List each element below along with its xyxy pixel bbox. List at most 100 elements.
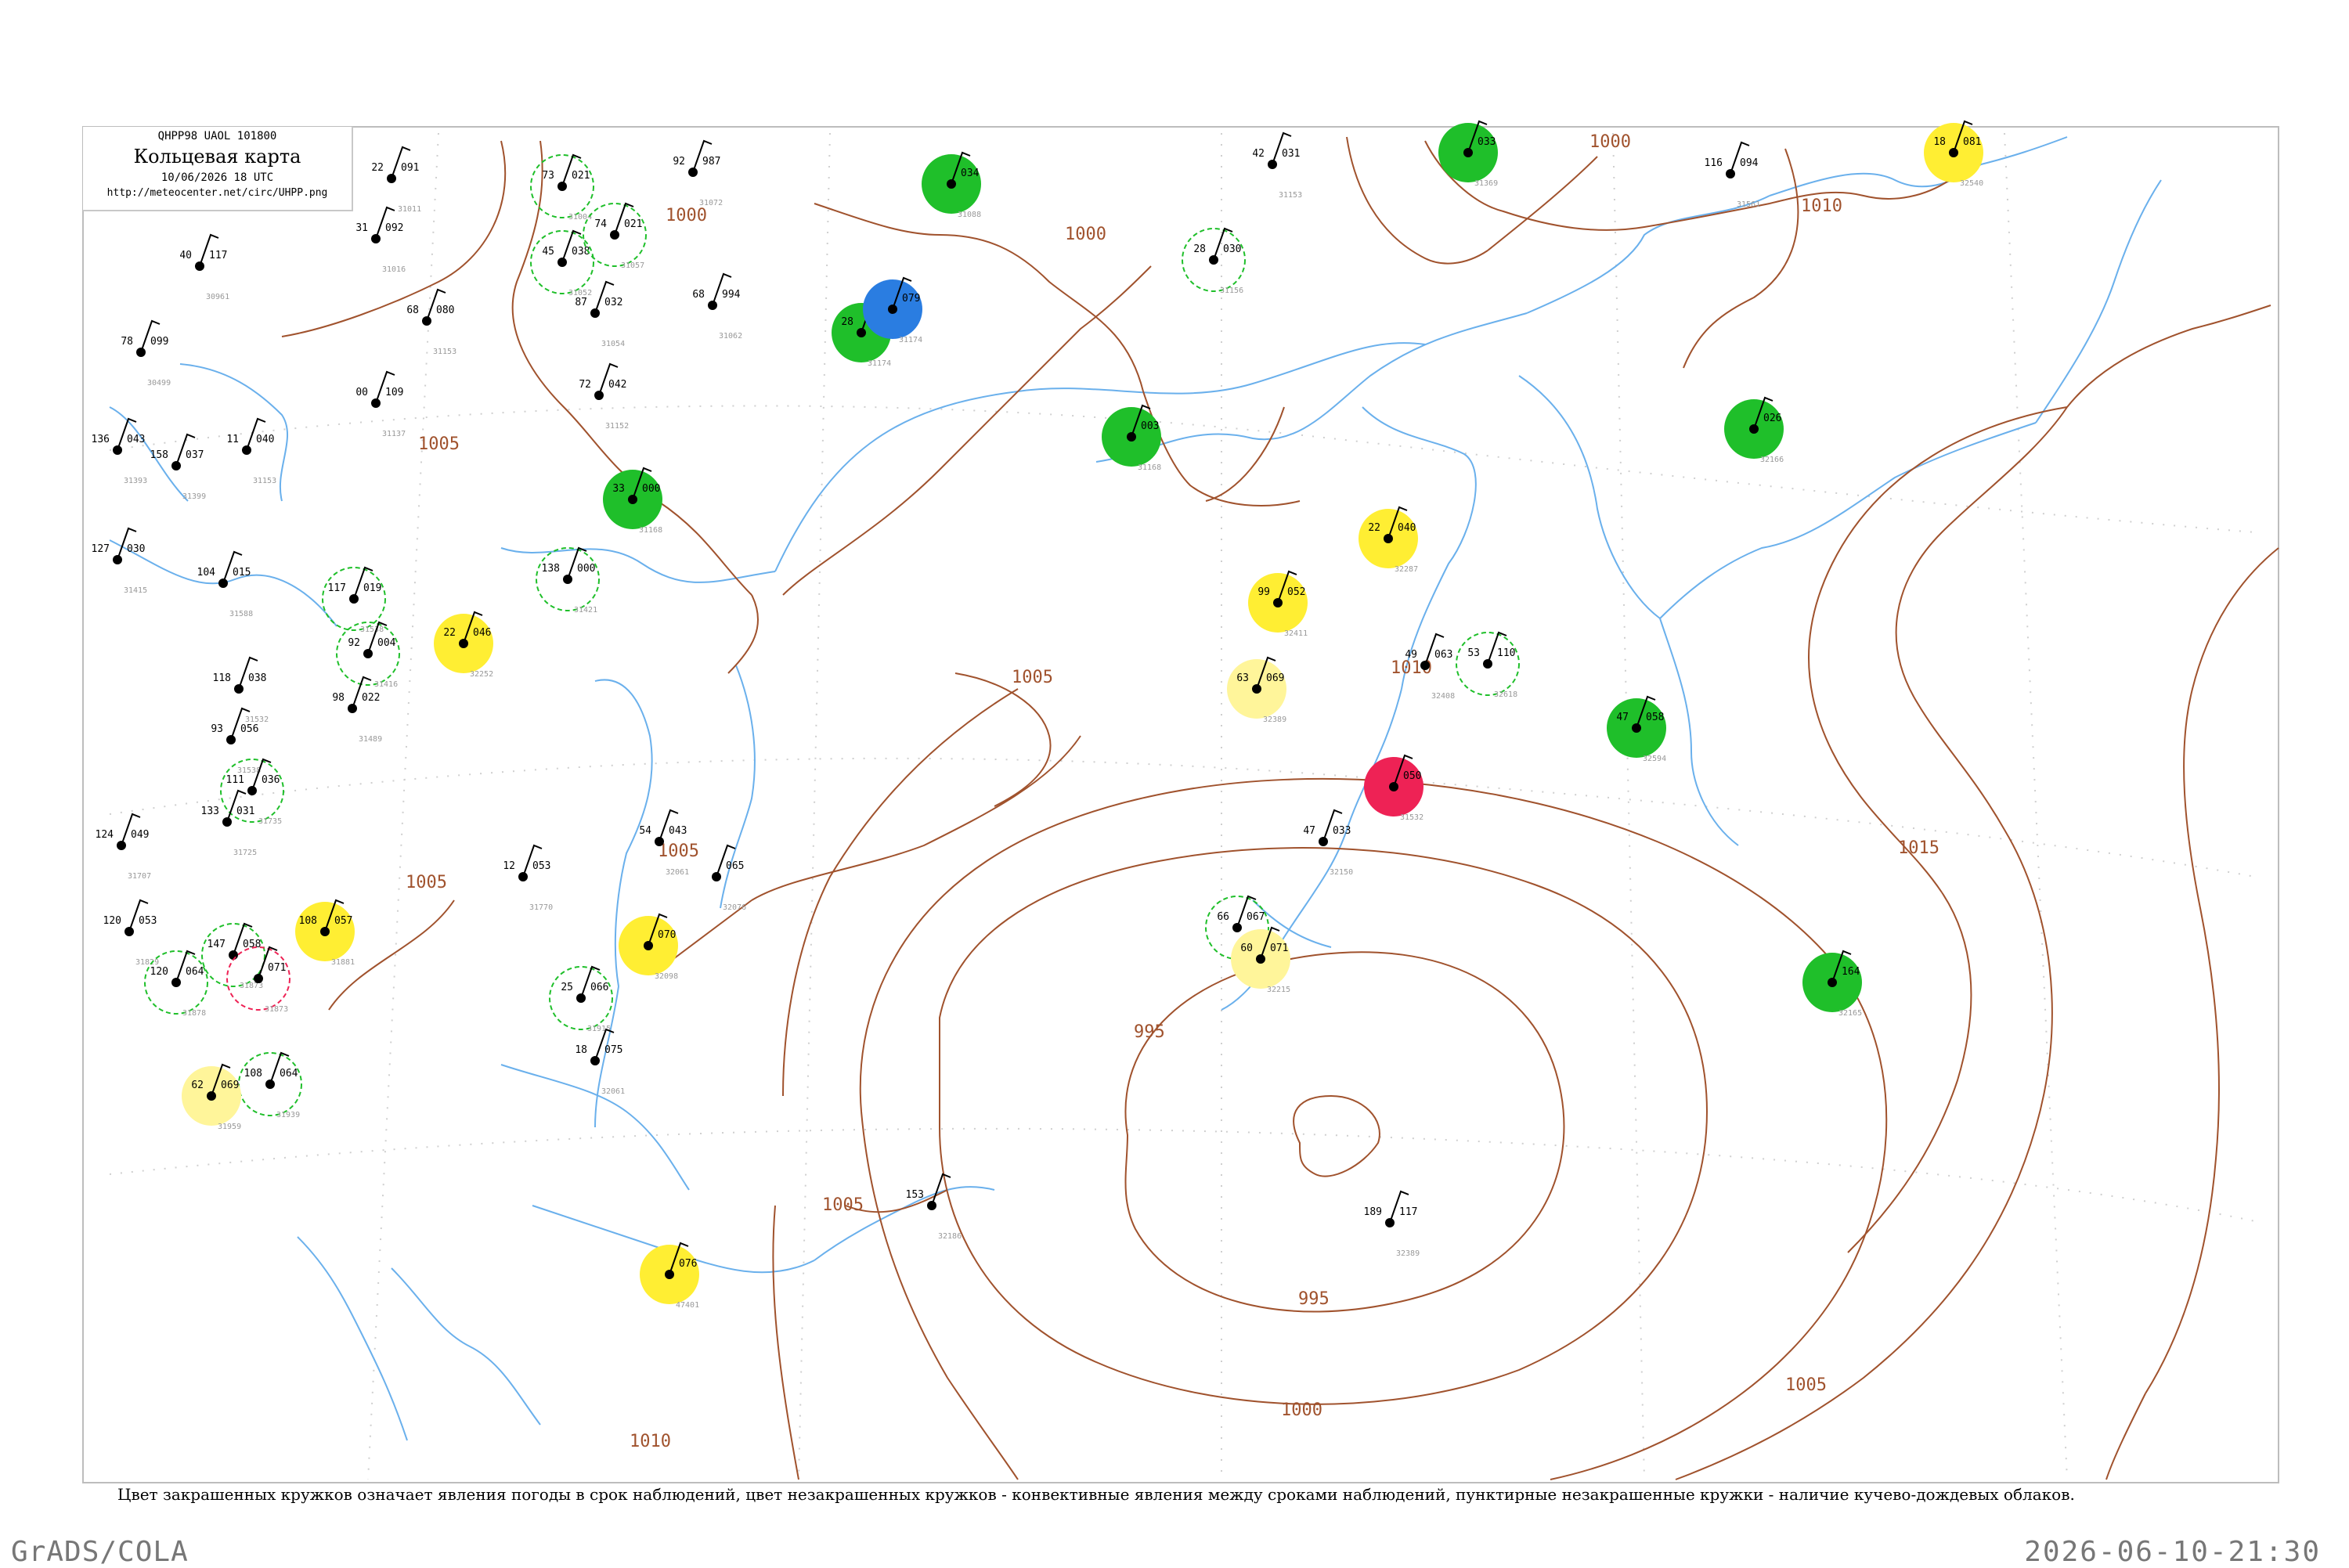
station-id: 32411: [1284, 629, 1308, 638]
station-pressure: 069: [221, 1080, 239, 1091]
station-temperature: 74: [594, 218, 607, 230]
datetime-stamp: 2026-06-10-21:30: [2024, 1536, 2321, 1568]
station-temperature: 28: [1193, 243, 1206, 255]
station-pressure: 058: [1646, 712, 1664, 723]
isobar-label: 1000: [666, 206, 707, 225]
station-id: 31532: [1400, 813, 1423, 822]
station-pressure: 043: [669, 825, 687, 837]
station-pressure: 040: [256, 434, 274, 445]
station-pressure: 032: [604, 297, 622, 308]
station-id: 31152: [605, 422, 629, 431]
station-temperature: 111: [226, 774, 244, 786]
station-id: 31873: [265, 1005, 288, 1014]
station-temperature: 78: [121, 336, 133, 348]
station-temperature: 62: [191, 1080, 204, 1091]
station-pressure: 063: [1434, 649, 1452, 661]
station-id: 32166: [1760, 456, 1784, 464]
station-temperature: 49: [1405, 649, 1417, 661]
station-pressure: 091: [401, 162, 419, 174]
station-temperature: 47: [1616, 712, 1629, 723]
station-id: 32540: [1960, 179, 1983, 188]
isobar-label: 1000: [1281, 1400, 1322, 1420]
station-temperature: 47: [1303, 825, 1315, 837]
station-id: 32252: [470, 670, 493, 679]
station-id: 31421: [574, 606, 597, 615]
isobar-label: 995: [1134, 1022, 1165, 1042]
station-id: 31072: [699, 199, 723, 207]
station-temperature: 22: [443, 627, 456, 639]
station-temperature: 138: [542, 563, 560, 575]
isobar-label: 1005: [1785, 1375, 1827, 1395]
station-pressure: 004: [377, 637, 396, 649]
station-id: 31399: [182, 492, 206, 501]
station-id: 31153: [253, 477, 276, 485]
station-pressure: 030: [127, 543, 145, 555]
station-pressure: 080: [436, 305, 454, 316]
station-temperature: 31: [355, 222, 368, 234]
station-temperature: 68: [692, 289, 705, 301]
station-pressure: 065: [726, 860, 744, 872]
station-temperature: 12: [503, 860, 515, 872]
station-id: 31011: [398, 205, 421, 214]
legend-caption: Цвет закрашенных кружков означает явлени…: [117, 1485, 2075, 1504]
station-id: 31174: [899, 336, 922, 344]
station-id: 32618: [1494, 690, 1517, 699]
station-pressure: 109: [385, 387, 403, 398]
station-pressure: 021: [624, 218, 642, 230]
station-pressure: 110: [1497, 647, 1515, 659]
station-id: 31054: [601, 340, 625, 348]
station-id: 32061: [601, 1087, 625, 1096]
station-pressure: 036: [262, 774, 280, 786]
station-pressure: 994: [722, 289, 741, 301]
station-id: 32594: [1643, 755, 1666, 763]
station-id: 31770: [529, 903, 553, 912]
station-pressure: 000: [577, 563, 595, 575]
station-id: 31415: [124, 586, 147, 595]
station-pressure: 099: [150, 336, 168, 348]
station-pressure: 069: [1266, 672, 1284, 684]
station-temperature: 153: [906, 1189, 924, 1201]
station-id: 31959: [218, 1123, 241, 1131]
station-pressure: 058: [243, 939, 261, 950]
station-id: 47401: [676, 1301, 699, 1310]
station-id: 31137: [382, 430, 406, 438]
station-id: 31156: [1220, 287, 1243, 295]
map-frame: [82, 126, 2279, 1483]
station-pressure: 076: [679, 1258, 697, 1270]
station-pressure: 038: [572, 246, 590, 258]
station-id: 31416: [374, 680, 398, 689]
station-pressure: 081: [1963, 136, 1981, 148]
station-temperature: 54: [639, 825, 651, 837]
station-pressure: 067: [1247, 911, 1265, 923]
station-id: 31057: [621, 261, 644, 270]
station-temperature: 68: [406, 305, 419, 316]
station-pressure: 038: [248, 672, 266, 684]
isobar-label: 1010: [630, 1432, 671, 1451]
station-pressure: 015: [233, 567, 251, 579]
station-temperature: 158: [150, 449, 168, 461]
station-pressure: 075: [604, 1044, 622, 1056]
station-temperature: 147: [207, 939, 226, 950]
station-id: 31153: [433, 348, 456, 356]
station-pressure: 092: [385, 222, 403, 234]
station-id: 30961: [206, 293, 229, 301]
map-url: http://meteocenter.net/circ/UHPP.png: [106, 187, 328, 199]
station-pressure: 070: [658, 929, 676, 941]
station-id: 31016: [382, 265, 406, 274]
station-id: 31369: [1474, 179, 1498, 188]
title-box: QHPP98 UAOL 101800 Кольцевая карта 10/06…: [83, 127, 353, 211]
station-temperature: 22: [1368, 522, 1380, 534]
isobar-label: 995: [1298, 1289, 1330, 1309]
station-pressure: 052: [1287, 586, 1305, 598]
station-id: 31168: [639, 526, 662, 535]
map-time: 10/06/2026 18 UTC: [161, 171, 274, 184]
station-id: 31707: [128, 872, 151, 881]
station-temperature: 104: [197, 567, 216, 579]
station-pressure: 042: [608, 379, 626, 391]
station-pressure: 043: [127, 434, 145, 445]
station-pressure: 049: [131, 829, 149, 841]
station-id: 32098: [655, 972, 678, 981]
station-pressure: 033: [1333, 825, 1351, 837]
station-pressure: 031: [236, 806, 254, 817]
station-temperature: 40: [179, 250, 192, 261]
